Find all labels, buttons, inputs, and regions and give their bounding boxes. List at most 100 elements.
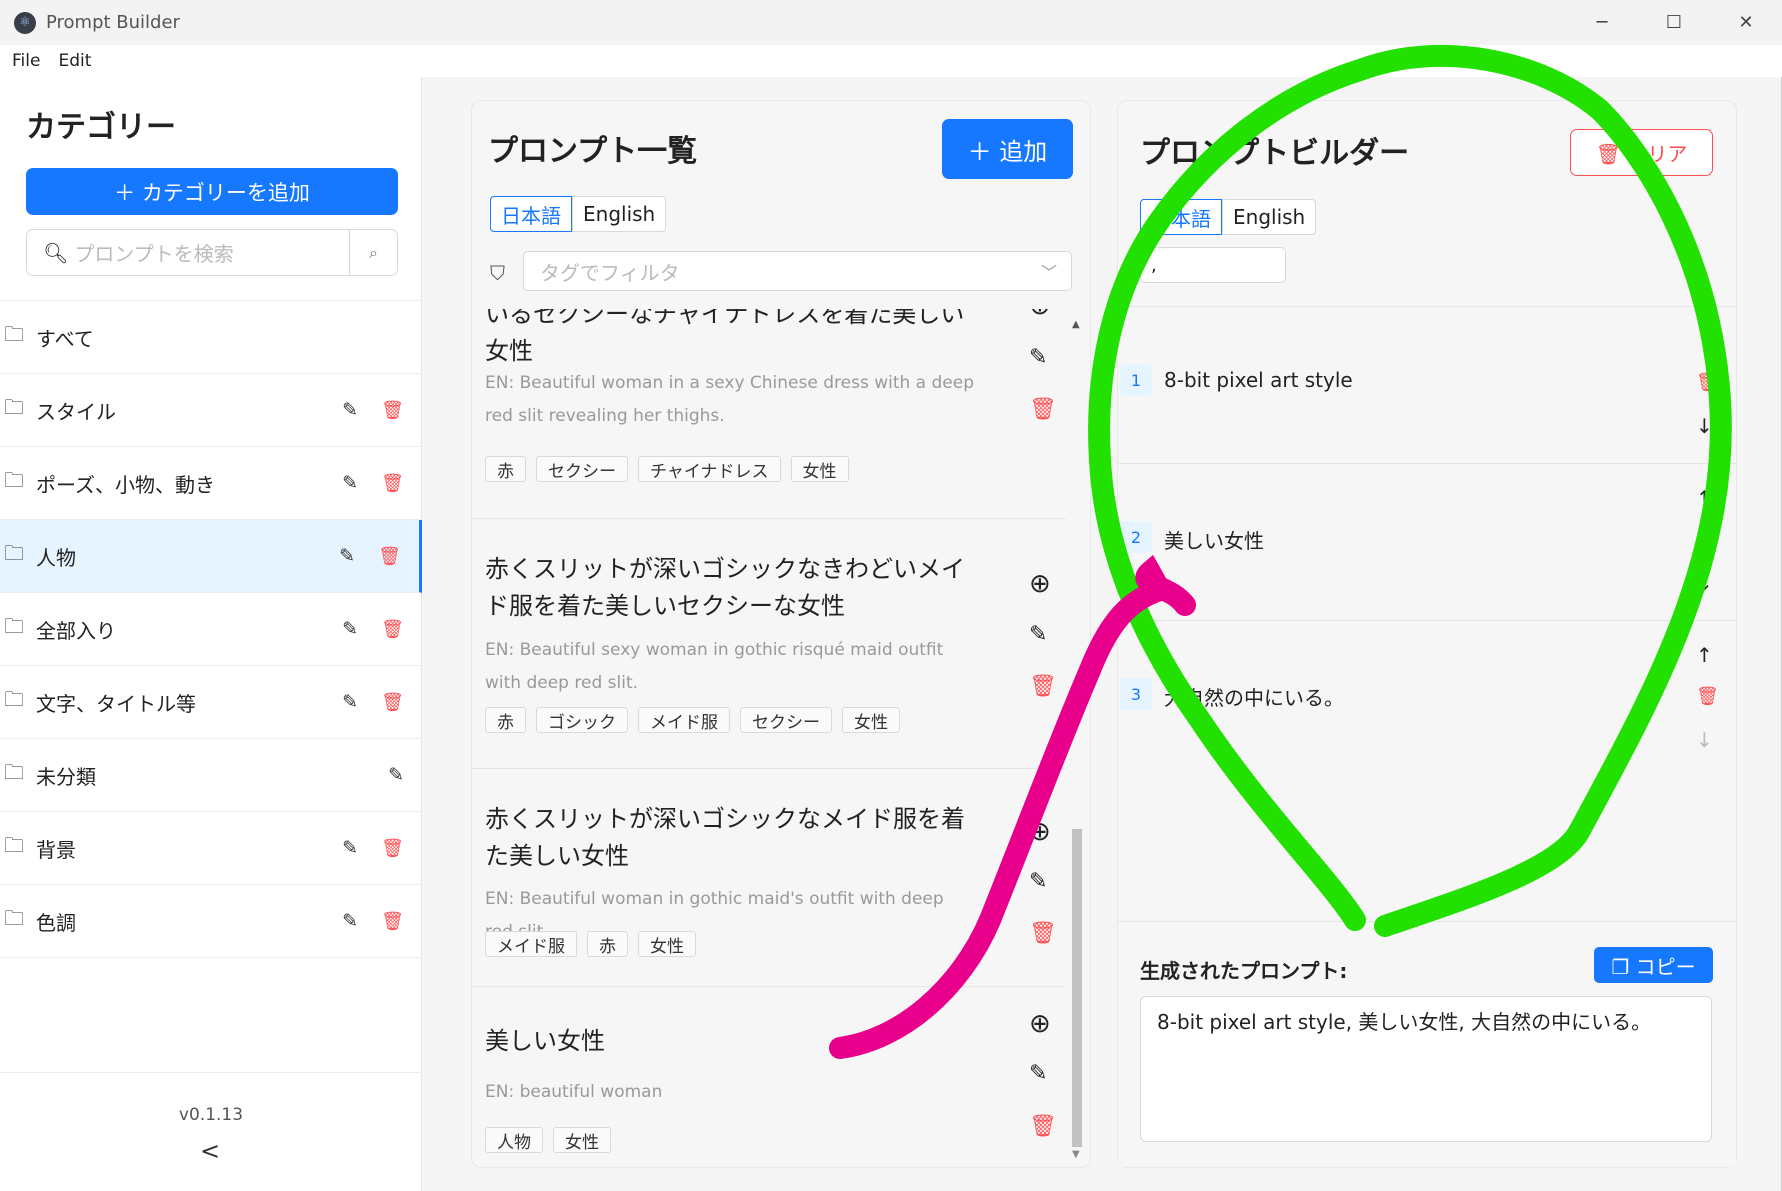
generated-prompt-textarea[interactable]: 8-bit pixel art style, 美しい女性, 大自然の中にいる。 — [1140, 996, 1712, 1142]
tag[interactable]: 赤 — [485, 456, 526, 482]
category-text-title[interactable]: 🗀 文字、タイトル等 ✎ 🗑 — [0, 666, 422, 739]
version-label: v0.1.13 — [0, 1072, 422, 1125]
edit-icon[interactable]: ✎ — [342, 910, 358, 932]
tag[interactable]: ゴシック — [536, 707, 628, 733]
filter-icon: ⛉ — [490, 261, 505, 285]
clear-button[interactable]: 🗑 クリア — [1570, 129, 1713, 176]
search-prefix-icon: 🔍︎ — [43, 240, 69, 265]
category-pose[interactable]: 🗀 ポーズ、小物、動き ✎ 🗑 — [0, 447, 422, 520]
add-category-button[interactable]: ＋ カテゴリーを追加 — [26, 168, 398, 215]
trash-icon[interactable]: 🗑 — [1696, 372, 1719, 393]
minimize-button[interactable]: ─ — [1566, 0, 1638, 45]
add-to-builder-icon[interactable]: ⊕ — [1029, 309, 1051, 321]
tag[interactable]: メイド服 — [638, 707, 730, 733]
category-label: 全部入り — [36, 618, 116, 643]
tag-filter-placeholder: タグでフィルタ — [540, 260, 680, 285]
builder-item[interactable]: 3 大自然の中にいる。 ↑ 🗑 ↓ — [1118, 620, 1736, 777]
tag-filter-select[interactable]: タグでフィルタ ﹀ — [523, 251, 1072, 291]
tag[interactable]: 女性 — [553, 1127, 611, 1153]
move-up-icon[interactable]: ↑ — [1696, 486, 1713, 510]
scroll-down-icon[interactable]: ▼ — [1072, 1149, 1080, 1160]
tag[interactable]: メイド服 — [485, 931, 577, 957]
tag-list: 赤 セクシー チャイナドレス 女性 — [485, 456, 849, 482]
lang-jp-button[interactable]: 日本語 — [490, 196, 572, 232]
trash-icon[interactable]: 🗑 — [1029, 397, 1057, 422]
trash-icon[interactable]: 🗑 — [378, 546, 401, 567]
trash-icon[interactable]: 🗑 — [1696, 529, 1719, 550]
edit-icon[interactable]: ✎ — [1029, 1061, 1047, 1086]
lang-jp-button[interactable]: 日本語 — [1140, 199, 1222, 235]
move-down-icon[interactable]: ↓ — [1696, 414, 1713, 438]
category-uncategorized[interactable]: 🗀 未分類 ✎ — [0, 739, 422, 812]
trash-icon[interactable]: 🗑 — [1029, 921, 1057, 946]
builder-item-text: 美しい女性 — [1164, 529, 1264, 553]
category-label: 背景 — [36, 837, 76, 862]
tag[interactable]: セクシー — [536, 456, 628, 482]
add-to-builder-icon[interactable]: ⊕ — [1029, 817, 1051, 847]
item-number-badge: 1 — [1120, 364, 1152, 396]
edit-icon[interactable]: ✎ — [339, 545, 355, 567]
move-up-icon: ↑ — [1696, 329, 1713, 353]
edit-icon[interactable]: ✎ — [342, 472, 358, 494]
category-tone[interactable]: 🗀 色調 ✎ 🗑 — [0, 885, 422, 958]
category-all-in[interactable]: 🗀 全部入り ✎ 🗑 — [0, 593, 422, 666]
trash-icon[interactable]: 🗑 — [381, 911, 404, 932]
builder-item[interactable]: 2 美しい女性 ↑ 🗑 ↓ — [1118, 463, 1736, 620]
add-to-builder-icon[interactable]: ⊕ — [1029, 1009, 1051, 1039]
prompt-list: いるセクシーなチャイナドレスを着た美しい女性 EN: Beautiful wom… — [472, 309, 1066, 1167]
edit-icon[interactable]: ✎ — [1029, 345, 1047, 370]
edit-icon[interactable]: ✎ — [388, 764, 404, 786]
tag[interactable]: 赤 — [587, 931, 628, 957]
trash-icon[interactable]: 🗑 — [1029, 674, 1057, 699]
prompt-builder-panel: プロンプトビルダー 🗑 クリア 日本語 English , 1 8-bit pi… — [1117, 100, 1737, 1168]
tag[interactable]: チャイナドレス — [638, 456, 781, 482]
tag-list: 赤 ゴシック メイド服 セクシー 女性 — [485, 707, 900, 733]
move-up-icon[interactable]: ↑ — [1696, 643, 1713, 667]
separator-input[interactable]: , — [1140, 247, 1286, 283]
edit-icon[interactable]: ✎ — [1029, 869, 1047, 894]
edit-icon[interactable]: ✎ — [342, 618, 358, 640]
prompt-list-panel: プロンプト一覧 ＋ 追加 日本語 English ⛉ タグでフィルタ ﹀ いるセ… — [471, 100, 1091, 1168]
trash-icon[interactable]: 🗑 — [381, 473, 404, 494]
move-down-icon[interactable]: ↓ — [1696, 571, 1713, 595]
lang-en-button[interactable]: English — [1222, 199, 1317, 235]
category-style[interactable]: 🗀 スタイル ✎ 🗑 — [0, 374, 422, 447]
maximize-button[interactable]: ☐ — [1638, 0, 1710, 45]
lang-en-button[interactable]: English — [572, 196, 667, 232]
trash-icon[interactable]: 🗑 — [381, 692, 404, 713]
add-prompt-button[interactable]: ＋ 追加 — [942, 119, 1073, 179]
scroll-up-icon[interactable]: ▲ — [1072, 319, 1080, 330]
edit-icon[interactable]: ✎ — [342, 691, 358, 713]
trash-icon[interactable]: 🗑 — [1696, 686, 1719, 707]
copy-button[interactable]: ❐ コピー — [1594, 947, 1713, 983]
tag[interactable]: 赤 — [485, 707, 526, 733]
tag[interactable]: 人物 — [485, 1127, 543, 1153]
search-button-icon[interactable]: ⌕ — [349, 230, 397, 275]
tag[interactable]: 女性 — [842, 707, 900, 733]
close-button[interactable]: ✕ — [1710, 0, 1782, 45]
tag[interactable]: 女性 — [638, 931, 696, 957]
trash-icon[interactable]: 🗑 — [381, 838, 404, 859]
edit-icon[interactable]: ✎ — [342, 399, 358, 421]
menu-file[interactable]: File — [12, 51, 40, 71]
category-background[interactable]: 🗀 背景 ✎ 🗑 — [0, 812, 422, 885]
search-input[interactable]: プロンプトを検索 — [74, 238, 349, 267]
collapse-sidebar-icon[interactable]: < — [200, 1137, 220, 1165]
menu-edit[interactable]: Edit — [58, 51, 91, 71]
tag[interactable]: 女性 — [790, 456, 849, 482]
move-down-icon: ↓ — [1696, 728, 1713, 752]
trash-icon[interactable]: 🗑 — [381, 619, 404, 640]
tag[interactable]: セクシー — [740, 707, 832, 733]
category-list: 🗀 すべて 🗀 スタイル ✎ 🗑 🗀 ポーズ、小物、動き ✎ 🗑 🗀 人物 ✎ … — [0, 300, 422, 958]
trash-icon[interactable]: 🗑 — [1029, 1114, 1057, 1139]
edit-icon[interactable]: ✎ — [1029, 622, 1047, 647]
add-to-builder-icon[interactable]: ⊕ — [1029, 569, 1051, 599]
prompt-list-scrollbar[interactable]: ▲ ▼ — [1070, 319, 1084, 1160]
category-all[interactable]: 🗀 すべて — [0, 301, 422, 374]
trash-icon[interactable]: 🗑 — [381, 400, 404, 421]
edit-icon[interactable]: ✎ — [342, 837, 358, 859]
category-person[interactable]: 🗀 人物 ✎ 🗑 — [0, 520, 422, 593]
scroll-thumb[interactable] — [1072, 829, 1082, 1147]
builder-item[interactable]: 1 8-bit pixel art style ↑ 🗑 ↓ — [1118, 306, 1736, 463]
sidebar-title: カテゴリー — [26, 110, 176, 145]
